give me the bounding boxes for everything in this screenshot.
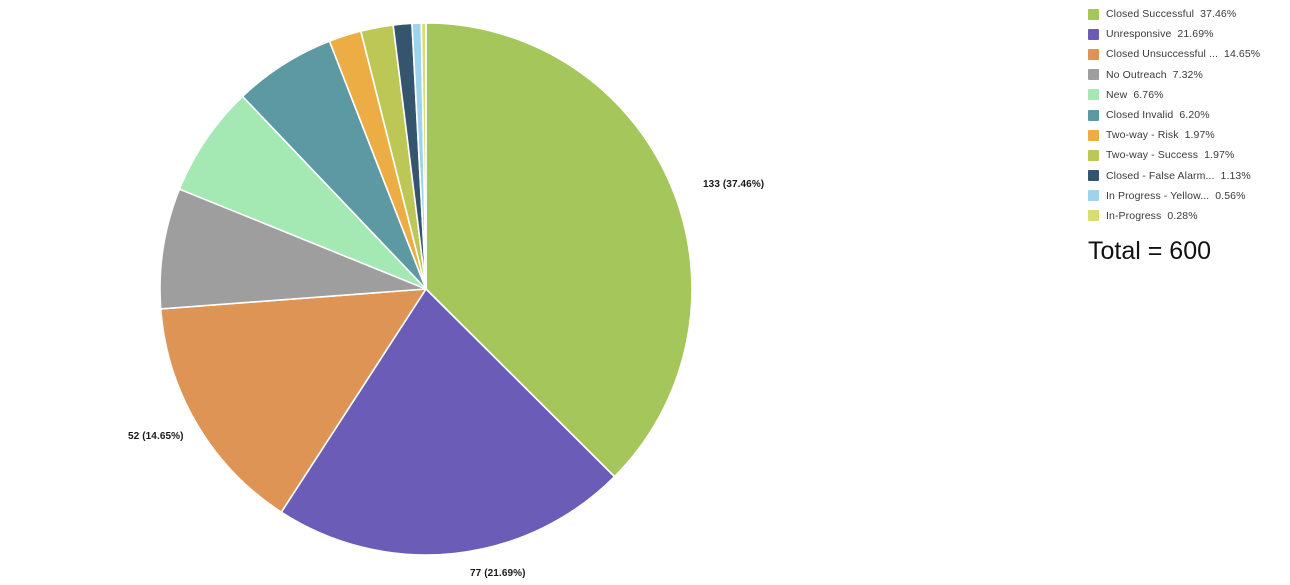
pie-data-label: 133 (37.46%) — [703, 179, 765, 190]
legend-color-swatch — [1088, 109, 1099, 121]
legend-item[interactable]: In-Progress 0.28% — [1088, 206, 1288, 226]
legend-item-percent: 37.46% — [1200, 8, 1237, 21]
legend-item[interactable]: New 6.76% — [1088, 85, 1288, 105]
legend-color-swatch — [1088, 48, 1099, 60]
legend-item[interactable]: Two-way - Risk 1.97% — [1088, 125, 1288, 145]
legend-item-label: Closed Invalid — [1106, 109, 1174, 122]
pie-data-label: 52 (14.65%) — [128, 431, 184, 442]
legend-item[interactable]: Closed - False Alarm... 1.13% — [1088, 166, 1288, 186]
pie-chart-svg[interactable] — [0, 0, 1075, 585]
legend-item-percent: 21.69% — [1177, 28, 1214, 41]
legend-color-swatch — [1088, 69, 1099, 81]
legend-item-label: Two-way - Risk — [1106, 129, 1179, 142]
pie-chart-page: 133 (37.46%) 77 (21.69%) 52 (14.65%) Close… — [0, 0, 1290, 585]
legend-item-label: Closed Unsuccessful ... — [1106, 48, 1219, 61]
legend-item[interactable]: No Outreach 7.32% — [1088, 65, 1288, 85]
chart-legend[interactable]: Closed Successful 37.46% Unresponsive 21.69… — [1088, 4, 1288, 226]
legend-color-swatch — [1088, 89, 1099, 101]
legend-item-label: Closed - False Alarm... — [1106, 169, 1215, 182]
legend-item-percent: 1.97% — [1204, 149, 1235, 162]
legend-item-percent: 6.76% — [1133, 88, 1164, 101]
chart-area: 133 (37.46%) 77 (21.69%) 52 (14.65%) — [0, 0, 1075, 585]
legend-color-swatch — [1088, 210, 1099, 222]
legend-color-swatch — [1088, 129, 1099, 141]
legend-item[interactable]: Closed Unsuccessful ... 14.65% — [1088, 44, 1288, 64]
legend-item-percent: 0.28% — [1167, 209, 1198, 222]
legend-item-percent: 14.65% — [1224, 48, 1261, 61]
legend-item-label: Unresponsive — [1106, 28, 1172, 41]
legend-item-percent: 6.20% — [1179, 109, 1210, 122]
legend-item[interactable]: Closed Successful 37.46% — [1088, 4, 1288, 24]
legend-item-label: In Progress - Yellow... — [1106, 189, 1210, 202]
legend-color-swatch — [1088, 28, 1099, 40]
legend-item-percent: 1.13% — [1220, 169, 1251, 182]
legend-item-percent: 1.97% — [1184, 129, 1215, 142]
legend-item-label: New — [1106, 88, 1128, 101]
pie-data-label: 77 (21.69%) — [470, 568, 526, 579]
legend-color-swatch — [1088, 170, 1099, 182]
legend-item-percent: 0.56% — [1215, 189, 1246, 202]
legend-item-label: No Outreach — [1106, 68, 1167, 81]
legend-item-label: Two-way - Success — [1106, 149, 1199, 162]
legend-item-label: Closed Successful — [1106, 8, 1195, 21]
legend-item[interactable]: Two-way - Success 1.97% — [1088, 145, 1288, 165]
pie-slice-group — [159, 22, 693, 556]
total-label: Total = 600 — [1088, 237, 1212, 265]
legend-item-percent: 7.32% — [1172, 68, 1203, 81]
legend-item-label: In-Progress — [1106, 209, 1162, 222]
legend-color-swatch — [1088, 149, 1099, 161]
legend-color-swatch — [1088, 190, 1099, 202]
legend-item[interactable]: Unresponsive 21.69% — [1088, 24, 1288, 44]
legend-item[interactable]: Closed Invalid 6.20% — [1088, 105, 1288, 125]
legend-item[interactable]: In Progress - Yellow... 0.56% — [1088, 186, 1288, 206]
legend-color-swatch — [1088, 8, 1099, 20]
